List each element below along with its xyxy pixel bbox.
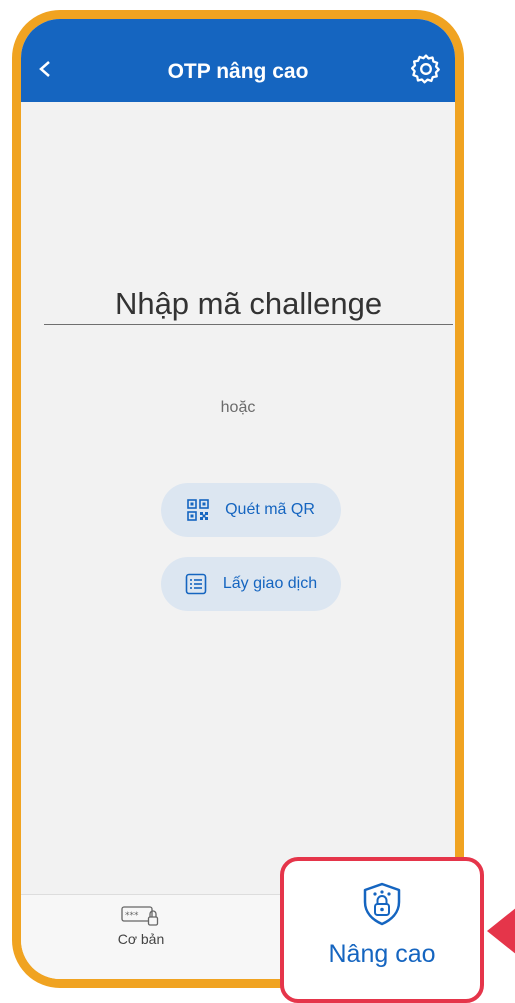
nav-item-advanced[interactable]: Nâng cao [280, 857, 484, 1003]
shield-lock-icon [363, 882, 401, 926]
challenge-input[interactable] [44, 284, 453, 325]
get-transaction-button[interactable]: Lấy giao dịch [161, 557, 341, 611]
list-icon [185, 573, 207, 595]
scan-qr-button[interactable]: Quét mã QR [161, 483, 341, 537]
or-divider-text: hoặc [220, 399, 256, 416]
page-title: OTP nâng cao [167, 60, 309, 83]
phone-frame: OTP nâng cao hoặc Quét mã QR [12, 10, 464, 988]
password-lock-icon: *** [121, 906, 159, 926]
pointer-arrow [487, 907, 515, 955]
nav-advanced-label: Nâng cao [328, 940, 436, 968]
gear-icon[interactable] [409, 52, 443, 86]
nav-basic-label: Cơ bản [117, 931, 165, 947]
app-header: OTP nâng cao [21, 19, 455, 102]
get-transaction-label: Lấy giao dịch [222, 575, 318, 592]
nav-item-basic[interactable]: *** Cơ bản [101, 903, 181, 947]
scan-qr-label: Quét mã QR [225, 501, 315, 518]
qr-code-icon [187, 499, 209, 521]
svg-text:***: *** [125, 911, 139, 921]
